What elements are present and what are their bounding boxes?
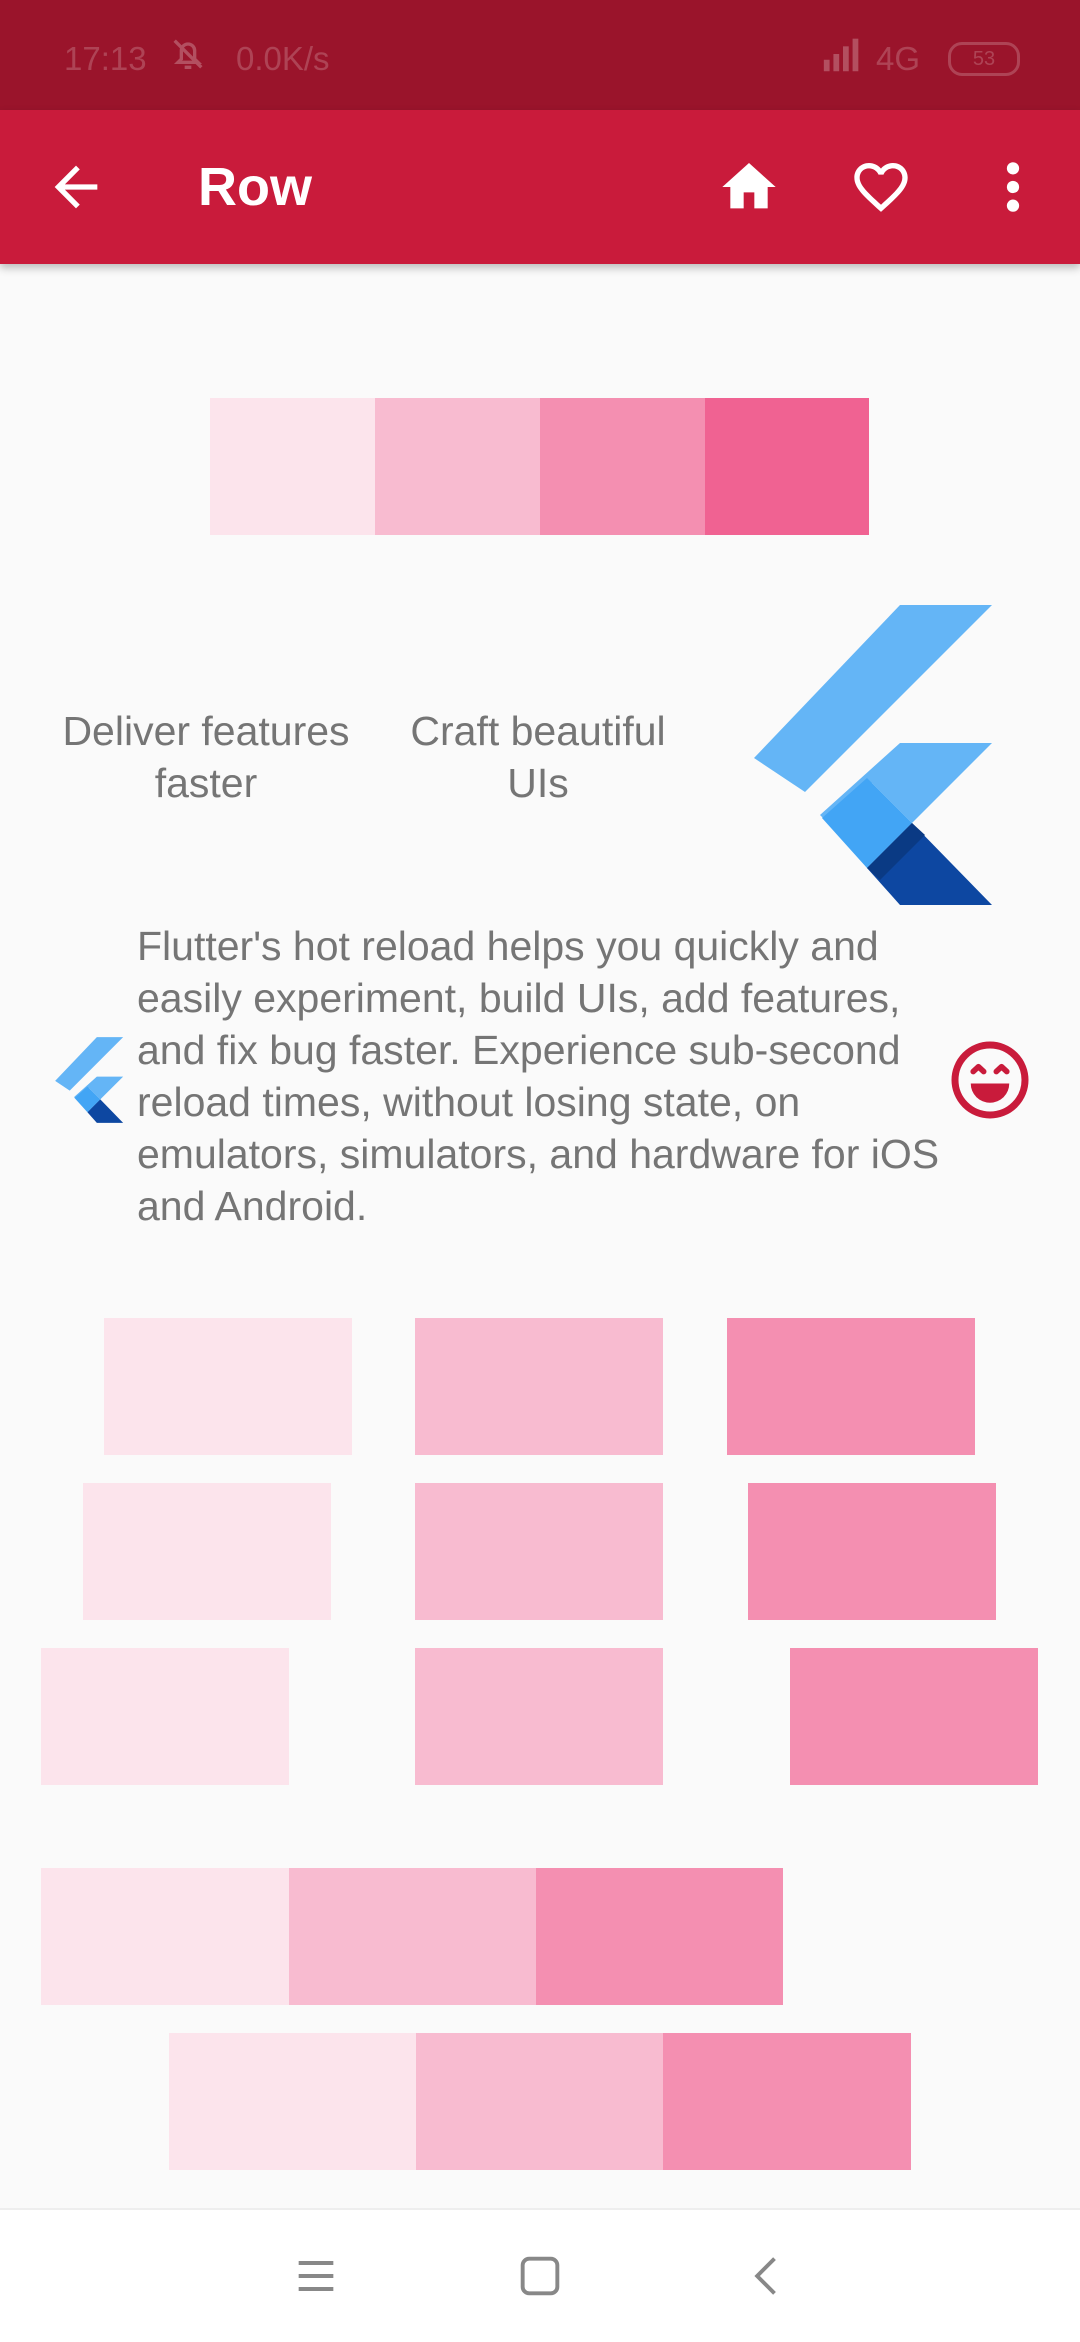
grid-swatch-r3-c1 <box>41 1648 289 1785</box>
arrow-back-icon[interactable] <box>44 155 108 219</box>
swatch-pink-300 <box>705 398 869 535</box>
deliver-features-text: Deliver features faster <box>62 708 350 806</box>
grid-swatch-r3-c2 <box>415 1648 663 1785</box>
strip1-swatch-2 <box>289 1868 536 2005</box>
strip2-swatch-1 <box>169 2033 416 2170</box>
page-title: Row <box>198 157 312 217</box>
status-bar: 17:13 0.0K/s 4G 53 <box>0 0 1080 110</box>
heart-icon[interactable] <box>848 155 914 219</box>
home-square-icon[interactable] <box>514 2250 566 2302</box>
swatch-pink-50 <box>210 398 375 535</box>
app-bar: Row <box>0 110 1080 264</box>
smiley-icon <box>951 1041 1029 1119</box>
grid-swatch-r1-c1 <box>104 1318 352 1455</box>
more-vert-icon[interactable] <box>998 155 1028 219</box>
flutter-logo-small-icon <box>55 1037 124 1123</box>
grid-swatch-r3-c3 <box>790 1648 1038 1785</box>
grid-swatch-r2-c3 <box>748 1483 996 1620</box>
strip1-swatch-1 <box>41 1868 289 2005</box>
strip1-swatch-3 <box>536 1868 783 2005</box>
notifications-off-icon <box>173 39 203 69</box>
craft-beautiful-text: Craft beautiful UIs <box>410 708 666 806</box>
flutter-logo-icon <box>754 605 992 905</box>
grid-swatch-r1-c2 <box>415 1318 663 1455</box>
signal-icon <box>823 38 859 72</box>
hot-reload-paragraph: Flutter's hot reload helps you quickly a… <box>137 923 940 1229</box>
grid-swatch-r1-c3 <box>727 1318 975 1455</box>
strip2-swatch-2 <box>416 2033 663 2170</box>
menu-icon[interactable] <box>290 2250 342 2302</box>
status-network: 4G <box>876 40 921 77</box>
status-speed: 0.0K/s <box>236 40 330 77</box>
swatch-pink-200 <box>540 398 705 535</box>
strip2-swatch-3 <box>663 2033 911 2170</box>
grid-swatch-r2-c1 <box>83 1483 331 1620</box>
status-time: 17:13 <box>64 40 147 77</box>
battery-icon: 53 <box>948 42 1020 76</box>
home-icon[interactable] <box>716 155 782 219</box>
system-nav-bar <box>0 2208 1080 2342</box>
swatch-pink-100 <box>375 398 540 535</box>
grid-swatch-r2-c2 <box>415 1483 663 1620</box>
back-chevron-icon[interactable] <box>742 2250 794 2302</box>
